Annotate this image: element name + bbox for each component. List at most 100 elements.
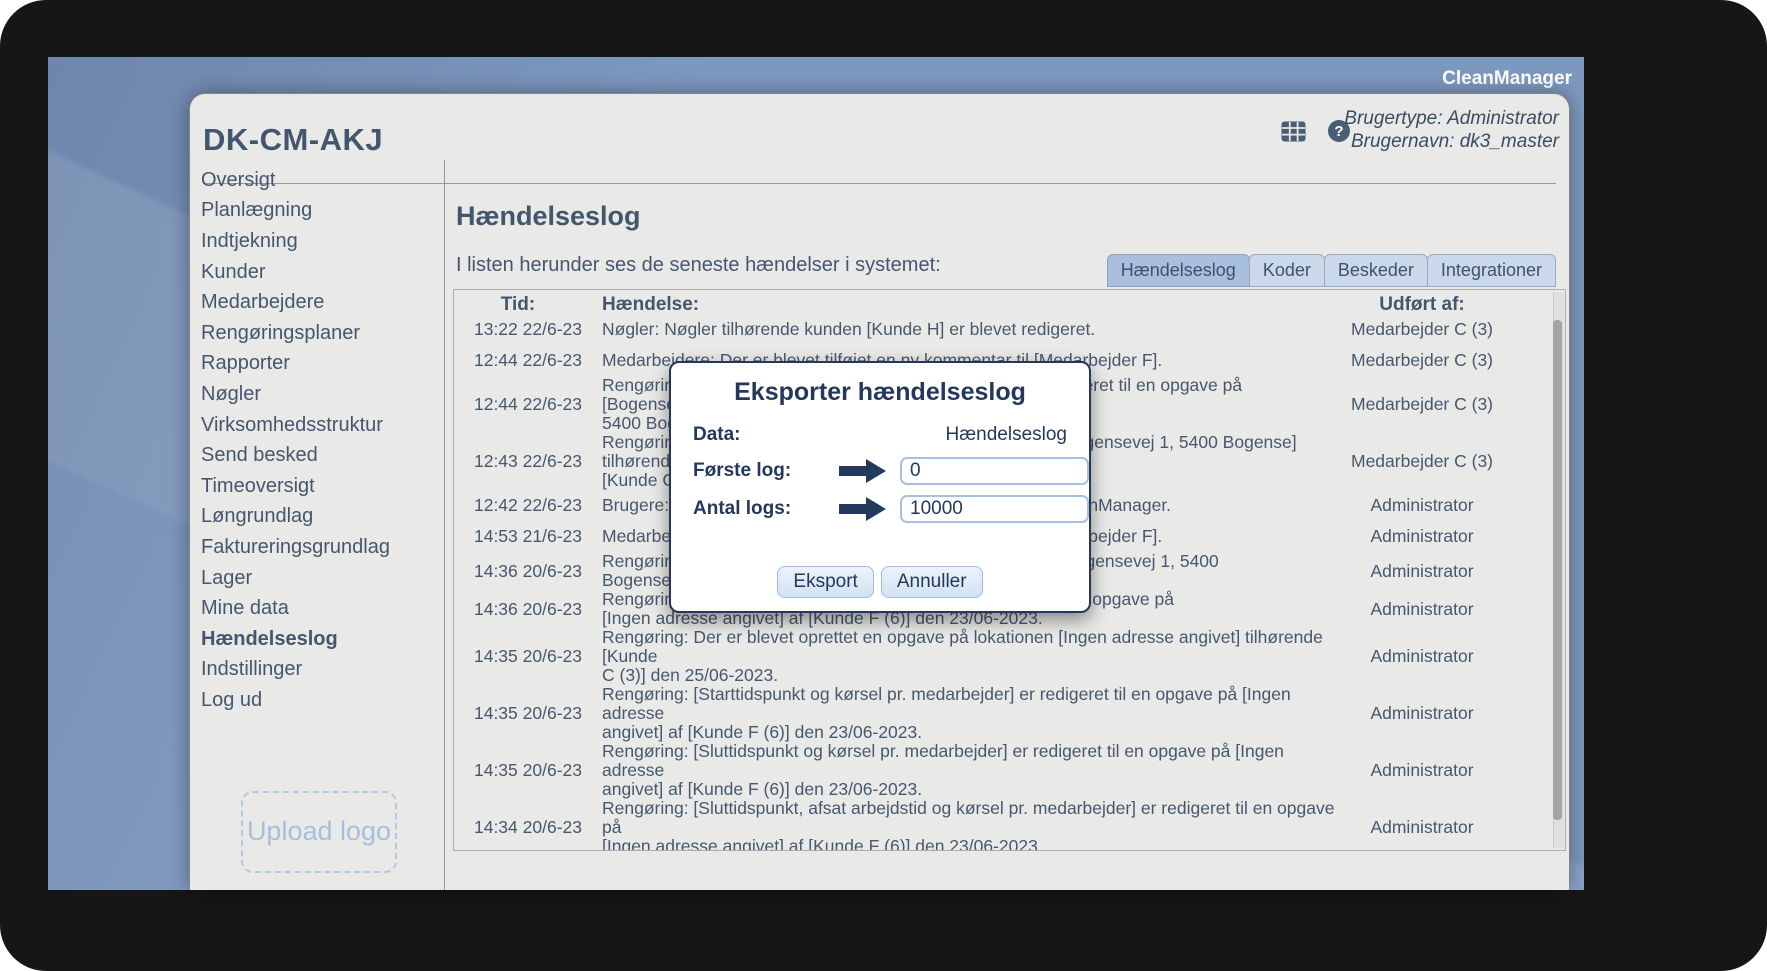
row-by: Medarbejder C (3) (1351, 350, 1493, 370)
sidebar-item-label: Oversigt (201, 168, 276, 191)
table-row: 13:22 22/6-23 Nøgler: Nøgler tilhørende … (454, 314, 1555, 345)
sidebar-item-label: Lager (201, 566, 253, 589)
row-by: Medarbejder C (3) (1351, 394, 1493, 414)
table-row: 14:34 20/6-23 Rengøring: [Sluttidspunkt,… (454, 798, 1555, 851)
intro-text: I listen herunder ses de seneste hændels… (456, 254, 941, 276)
company-title: DK-CM-AKJ (203, 122, 384, 157)
sidebar-item-label: Send besked (201, 444, 318, 467)
sidebar-item-label: Hændelseslog (201, 627, 338, 650)
sidebar-item-label: Medarbejdere (201, 291, 325, 314)
sidebar-item[interactable]: Planlægning (201, 196, 439, 227)
upload-logo-label: Upload logo (246, 816, 392, 847)
sidebar-item[interactable]: Timeoversigt (201, 471, 439, 502)
row-event: Rengøring: [Starttidspunkt og kørsel pr.… (602, 684, 1291, 742)
export-log-dialog: Eksporter hændelseslog Data: Hændelseslo… (669, 361, 1091, 613)
sidebar-item[interactable]: Lager (201, 563, 439, 594)
row-by: Administrator (1370, 598, 1474, 619)
sidebar-item-label: Mine data (201, 597, 289, 620)
row-by: Medarbejder C (3) (1351, 319, 1493, 339)
sidebar-item[interactable]: Send besked (201, 440, 439, 471)
sidebar-item[interactable]: Mine data (201, 593, 439, 624)
first-log-row: Første log: (693, 452, 1089, 490)
sidebar-item[interactable]: Rengøringsplaner (201, 318, 439, 349)
sidebar-item-label: Nøgler (201, 382, 262, 405)
sidebar-item-label: Virksomhedsstruktur (201, 413, 383, 436)
tab[interactable]: Koder (1248, 254, 1325, 287)
sidebar-item-label: Indtjekning (201, 229, 298, 252)
row-event: Nøgler: Nøgler tilhørende kunden [Kunde … (602, 319, 1096, 339)
sidebar-item[interactable]: Nøgler (201, 379, 439, 410)
tab-bar: Hændelseslog Koder Beskeder Integratione… (1106, 254, 1556, 287)
row-time: 12:42 22/6-23 (473, 495, 582, 515)
dialog-body: Data: Hændelseslog Første log: Antal log… (693, 418, 1089, 598)
row-time: 14:35 20/6-23 (473, 646, 582, 666)
log-count-label: Antal logs: (693, 498, 792, 519)
sidebar-item[interactable]: Oversigt (201, 165, 439, 196)
sidebar-item-label: Rapporter (201, 352, 290, 375)
row-by: Administrator (1370, 526, 1474, 546)
sidebar-item[interactable]: Indstillinger (201, 655, 439, 686)
row-time: 12:44 22/6-23 (473, 350, 582, 370)
desktop-background: CleanManager DK-CM-AKJ ? Brugertype: Adm… (48, 57, 1584, 890)
sidebar-divider (444, 160, 445, 890)
row-time: 12:43 22/6-23 (473, 451, 582, 471)
upload-logo-button[interactable]: Upload logo (241, 791, 397, 873)
sidebar-item[interactable]: Indtjekning (201, 226, 439, 257)
column-header-time: Tid: (500, 294, 536, 315)
column-header-event: Hændelse: (602, 294, 700, 315)
export-button[interactable]: Eksport (777, 566, 874, 598)
row-by: Medarbejder C (3) (1351, 451, 1493, 471)
sidebar-item[interactable]: Virksomhedsstruktur (201, 410, 439, 441)
sidebar-item[interactable]: Løngrundlag (201, 502, 439, 533)
page-title: Hændelseslog (456, 201, 641, 231)
row-time: 14:35 20/6-23 (473, 760, 582, 780)
row-time: 14:34 20/6-23 (473, 817, 582, 837)
user-info: Brugertype: Administrator Brugernavn: dk… (1344, 107, 1559, 153)
tab[interactable]: Beskeder (1323, 254, 1428, 287)
table-header-row: Tid: Hændelse: Udført af: (454, 294, 1555, 316)
table-scrollbar-track[interactable] (1553, 292, 1564, 848)
sidebar-item-label: Planlægning (201, 199, 313, 222)
user-type: Brugertype: Administrator (1344, 108, 1559, 129)
arrow-right-icon (825, 458, 900, 484)
first-log-label: Første log: (693, 460, 792, 481)
arrow-right-icon (825, 496, 900, 522)
column-header-by: Udført af: (1379, 294, 1465, 315)
sidebar-item[interactable]: Kunder (201, 257, 439, 288)
sidebar-menu: Oversigt Planlægning Indtjekning Kunder (201, 165, 439, 716)
cleanmanager-brand-label: CleanManager (1442, 68, 1572, 89)
tab[interactable]: Integrationer (1426, 254, 1556, 287)
table-grid-icon[interactable] (1281, 121, 1306, 142)
tab[interactable]: Hændelseslog (1106, 254, 1250, 287)
sidebar-item[interactable]: Medarbejdere (201, 287, 439, 318)
first-log-input[interactable] (900, 457, 1089, 485)
table-row: 14:35 20/6-23 Rengøring: Der er blevet o… (454, 628, 1555, 685)
row-by: Administrator (1370, 703, 1474, 723)
sidebar-item-label: Log ud (201, 688, 263, 711)
row-time: 14:53 21/6-23 (473, 526, 582, 546)
log-count-input[interactable] (900, 495, 1089, 523)
row-event: Rengøring: [Sluttidspunkt, afsat arbejds… (602, 798, 1335, 851)
table-row: 14:35 20/6-23 Rengøring: [Sluttidspunkt … (454, 742, 1555, 799)
sidebar-item[interactable]: Rapporter (201, 349, 439, 380)
sidebar-item[interactable]: Hændelseslog (201, 624, 439, 655)
table-scrollbar-thumb[interactable] (1553, 320, 1562, 820)
row-by: Administrator (1370, 560, 1474, 581)
sidebar-item[interactable]: Faktureringsgrundlag (201, 532, 439, 563)
data-label: Data: (693, 424, 741, 445)
row-event: Rengøring: Der er blevet oprettet en opg… (602, 627, 1323, 685)
dialog-title: Eksporter hændelseslog (734, 378, 1026, 406)
row-time: 12:44 22/6-23 (473, 394, 582, 414)
table-row: 14:35 20/6-23 Rengøring: [Starttidspunkt… (454, 685, 1555, 742)
sidebar-item-label: Timeoversigt (201, 474, 315, 497)
sidebar-item[interactable]: Log ud (201, 685, 439, 716)
device-frame: CleanManager DK-CM-AKJ ? Brugertype: Adm… (0, 0, 1767, 971)
sidebar-item-label: Indstillinger (201, 658, 303, 681)
row-event: Rengøring: [Sluttidspunkt og kørsel pr. … (602, 741, 1284, 799)
sidebar-item-label: Faktureringsgrundlag (201, 535, 390, 558)
cancel-button[interactable]: Annuller (880, 566, 983, 598)
data-value: Hændelseslog (945, 424, 1067, 445)
row-by: Administrator (1370, 817, 1474, 837)
sidebar-item-label: Kunder (201, 260, 266, 283)
sidebar-item-label: Rengøringsplaner (201, 321, 360, 344)
